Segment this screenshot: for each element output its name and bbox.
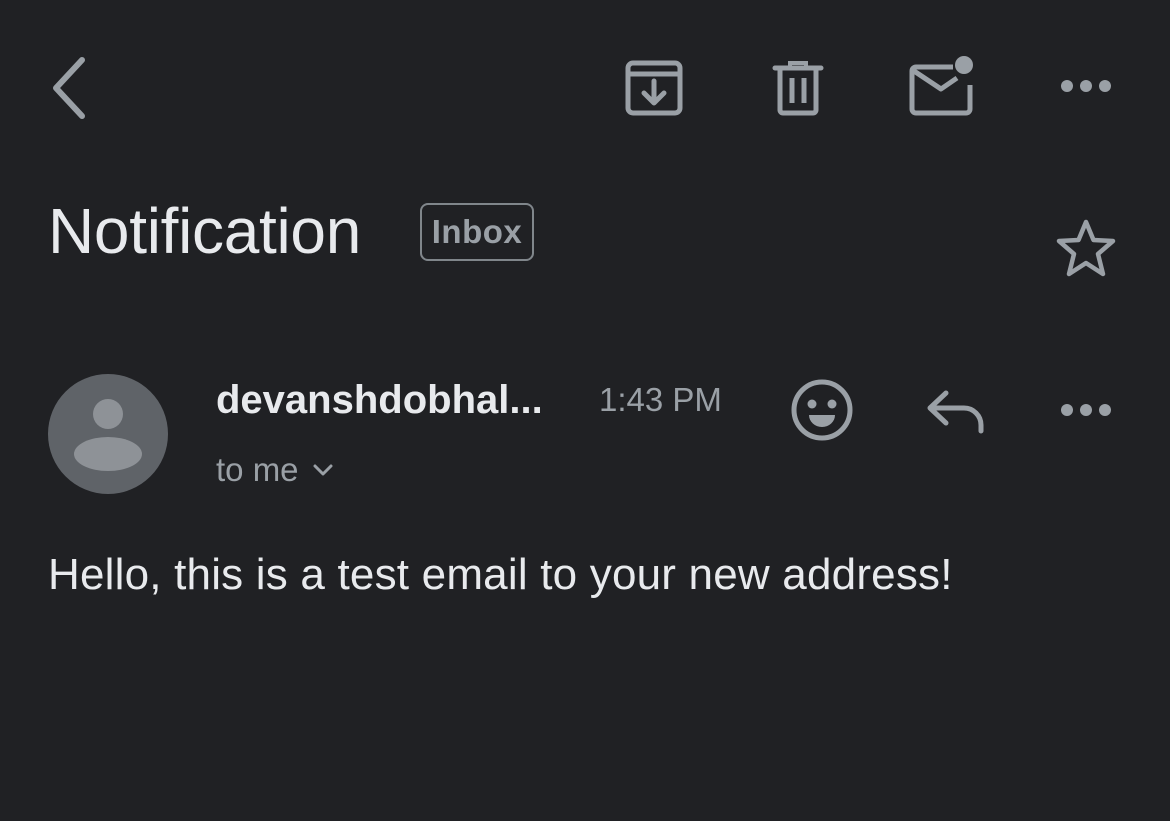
trash-icon xyxy=(772,61,824,116)
chevron-down-icon xyxy=(313,464,333,476)
email-body: Hello, this is a test email to your new … xyxy=(48,550,953,599)
delete-button[interactable] xyxy=(758,50,838,126)
star-button[interactable] xyxy=(1050,212,1122,284)
sender-name[interactable]: devanshdobhal... xyxy=(216,372,543,428)
email-subject: Notification xyxy=(48,195,361,267)
reply-icon xyxy=(927,390,984,434)
more-horizontal-icon xyxy=(1061,80,1111,92)
mark-unread-button[interactable] xyxy=(900,46,984,126)
star-outline-icon xyxy=(1056,219,1116,277)
add-reaction-button[interactable] xyxy=(784,372,860,448)
back-button[interactable] xyxy=(36,46,100,130)
reply-button[interactable] xyxy=(918,376,994,446)
more-options-button[interactable] xyxy=(1046,58,1126,114)
recipient-label: to me xyxy=(216,451,299,488)
more-horizontal-icon xyxy=(1061,404,1111,416)
sent-time: 1:43 PM xyxy=(599,381,722,418)
emoji-smile-icon xyxy=(791,379,853,441)
chevron-left-icon xyxy=(53,57,85,119)
recipient-details-toggle[interactable]: to me xyxy=(216,446,333,494)
person-avatar-icon xyxy=(74,399,142,471)
archive-button[interactable] xyxy=(614,50,694,126)
inbox-label-chip[interactable]: Inbox xyxy=(420,203,534,261)
mail-unread-icon xyxy=(909,56,973,116)
sender-avatar[interactable] xyxy=(48,374,168,494)
email-detail-screen: Notification Inbox devanshdobhal... 1:43… xyxy=(0,0,1170,821)
archive-icon xyxy=(625,60,683,116)
message-more-button[interactable] xyxy=(1046,384,1126,436)
